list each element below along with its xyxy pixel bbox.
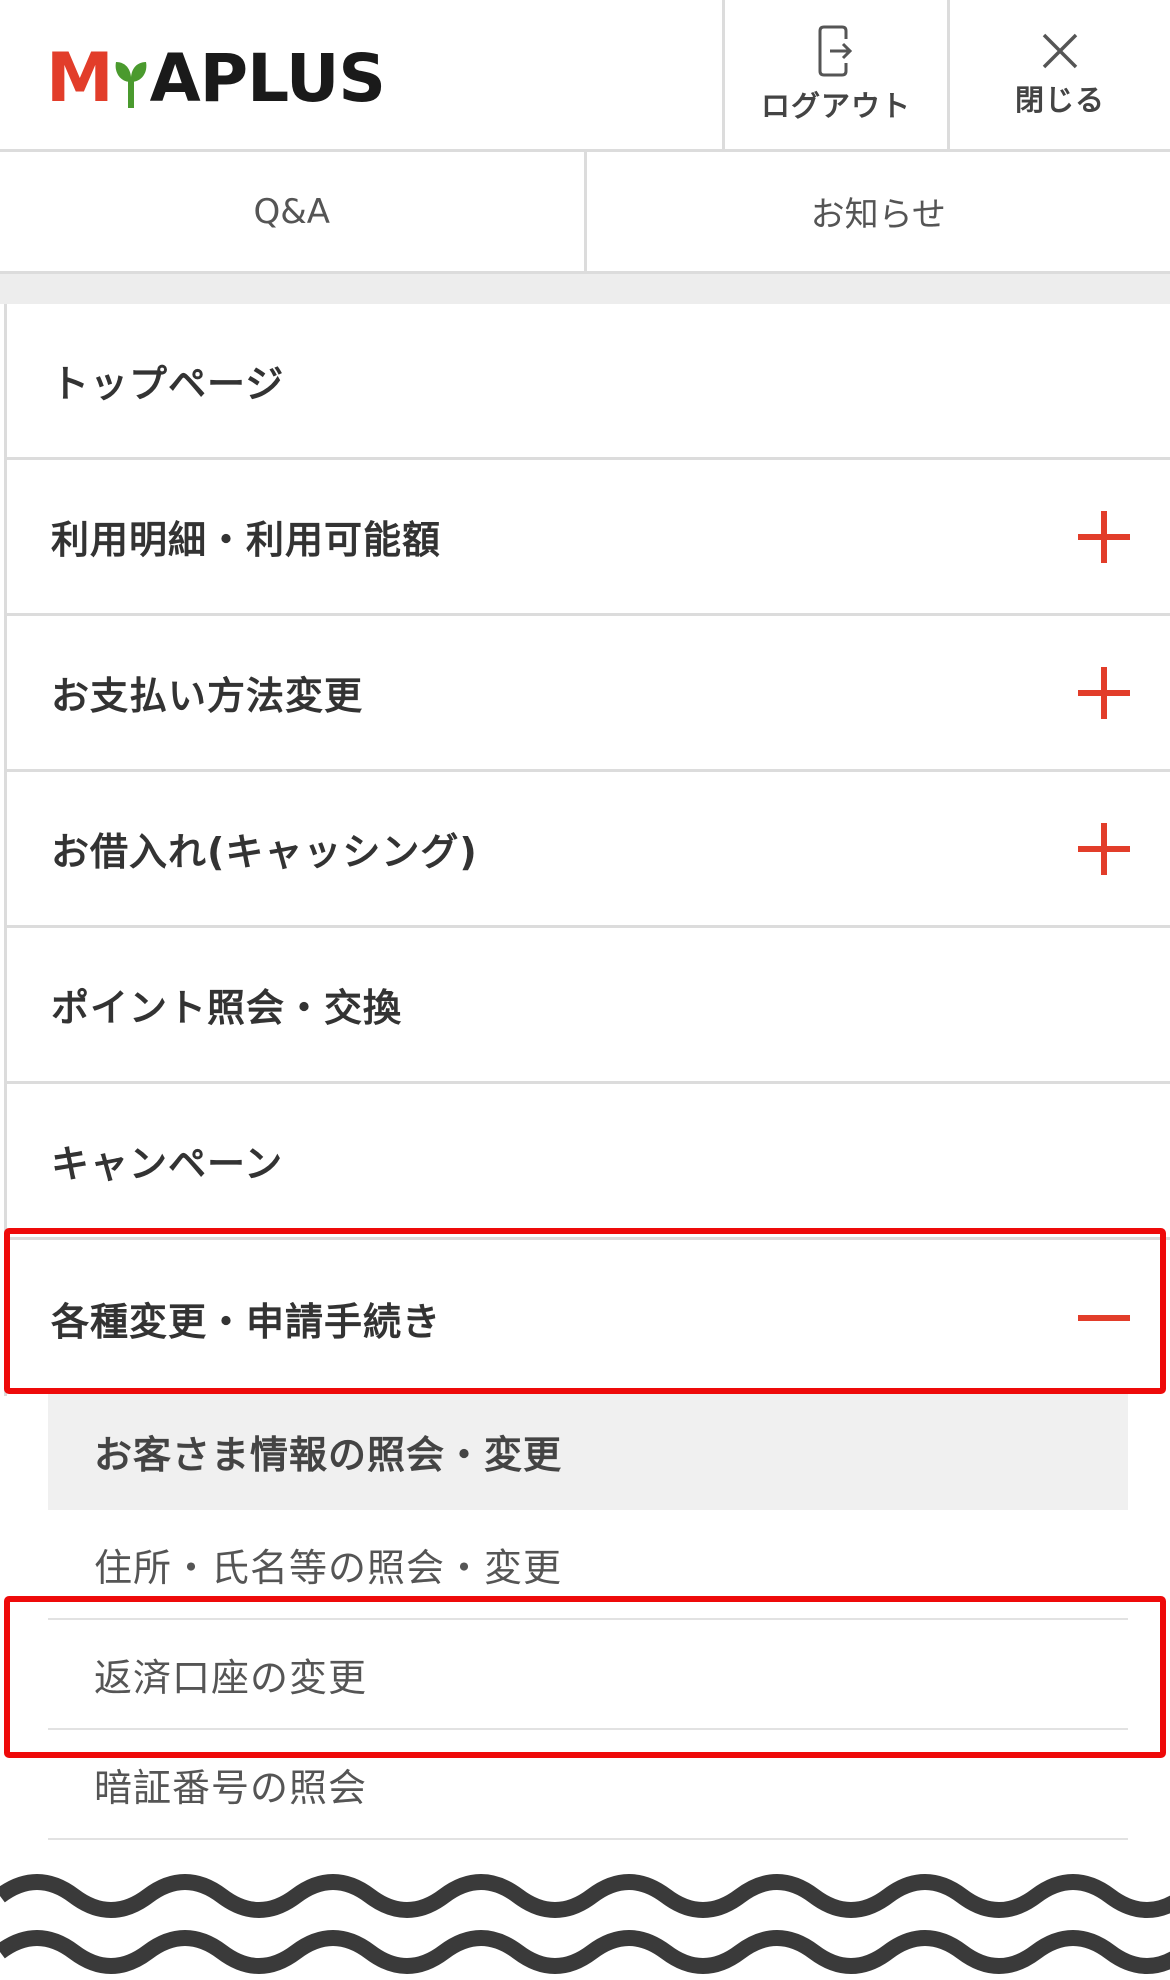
- top-tabs: Q&A お知らせ: [0, 152, 1170, 274]
- header: M APLUS ログアウト 閉じる: [0, 0, 1170, 152]
- menu-item-campaign[interactable]: キャンペーン: [4, 1084, 1170, 1240]
- menu-item-top-page[interactable]: トップページ: [4, 304, 1170, 460]
- logout-label: ログアウト: [760, 89, 911, 123]
- menu-item-label: お借入れ(キャッシング): [51, 830, 478, 874]
- menu-item-payment-method[interactable]: お支払い方法変更: [4, 616, 1170, 772]
- menu-item-label: トップページ: [51, 362, 285, 406]
- plus-icon[interactable]: [1078, 822, 1130, 875]
- logout-icon: [818, 25, 853, 77]
- submenu-item-pin-inquiry[interactable]: 暗証番号の照会: [48, 1730, 1128, 1840]
- submenu-item-repayment-account[interactable]: 返済口座の変更: [48, 1620, 1128, 1730]
- close-button[interactable]: 閉じる: [947, 0, 1170, 150]
- logout-button[interactable]: ログアウト: [722, 0, 947, 150]
- menu-item-cashing[interactable]: お借入れ(キャッシング): [4, 772, 1170, 928]
- close-label: 閉じる: [1014, 83, 1105, 117]
- menu-item-label: キャンペーン: [51, 1142, 284, 1186]
- torn-edge-wave: [0, 1874, 1170, 1974]
- menu-item-usage-details[interactable]: 利用明細・利用可能額: [4, 460, 1170, 616]
- minus-icon[interactable]: [1078, 1292, 1130, 1344]
- tab-qa[interactable]: Q&A: [0, 152, 584, 271]
- menu-item-points[interactable]: ポイント照会・交換: [4, 928, 1170, 1084]
- tab-news[interactable]: お知らせ: [583, 152, 1170, 271]
- myaplus-logo[interactable]: M APLUS: [46, 44, 386, 114]
- submenu-item-address-change[interactable]: 住所・氏名等の照会・変更: [48, 1510, 1128, 1620]
- plus-icon[interactable]: [1078, 510, 1130, 563]
- submenu-heading: お客さま情報の照会・変更: [48, 1392, 1128, 1510]
- menu-item-label: ポイント照会・交換: [51, 986, 403, 1030]
- close-icon: [1042, 33, 1078, 69]
- menu-item-label: 利用明細・利用可能額: [51, 518, 442, 562]
- section-gap: [0, 274, 1170, 304]
- menu-item-label: お支払い方法変更: [51, 674, 364, 718]
- menu-item-procedures[interactable]: 各種変更・申請手続き: [4, 1240, 1170, 1396]
- leaf-icon: [115, 62, 147, 108]
- menu-item-label: 各種変更・申請手続き: [51, 1299, 442, 1344]
- plus-icon[interactable]: [1078, 666, 1130, 719]
